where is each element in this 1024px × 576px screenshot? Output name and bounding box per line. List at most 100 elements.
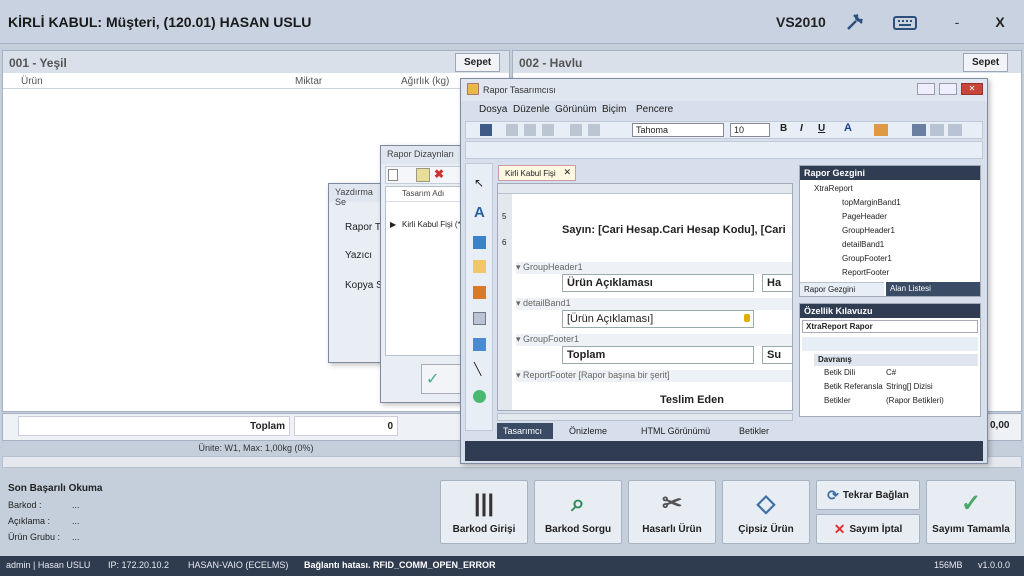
hasarli-urun-button[interactable]: ✂ Hasarlı Ürün: [628, 480, 716, 544]
close-button[interactable]: X: [985, 8, 1015, 36]
menu-pencere[interactable]: Pencere: [636, 104, 673, 115]
su-field[interactable]: Su: [762, 346, 792, 364]
explorer-item-groupfooter[interactable]: GroupFooter1: [842, 254, 892, 263]
menu-gorunum[interactable]: Görünüm: [555, 104, 597, 115]
keyboard-icon[interactable]: [890, 8, 920, 36]
redo-icon[interactable]: [588, 124, 600, 136]
explorer-item-pageheader[interactable]: PageHeader: [842, 212, 887, 221]
prop-value-betik-ref[interactable]: String[] Dizisi: [886, 382, 933, 391]
barkod-sorgu-button[interactable]: ⌕ Barkod Sorgu: [534, 480, 622, 544]
toplam-field[interactable]: Toplam: [562, 346, 754, 364]
col-miktar[interactable]: Miktar: [295, 76, 322, 87]
font-size-select[interactable]: 10: [730, 123, 770, 137]
right-sepet-button[interactable]: Sepet: [963, 53, 1009, 72]
designer-minimize[interactable]: [917, 83, 935, 95]
designer-toolbar-1: Tahoma 10 B I U A: [465, 121, 983, 139]
explorer-item-topmargin[interactable]: topMarginBand1: [842, 198, 901, 207]
menu-bicim[interactable]: Biçim: [602, 104, 626, 115]
prop-value-betik-dili[interactable]: C#: [886, 368, 896, 377]
toolbox: ↖ A ╲: [465, 163, 493, 431]
group-footer-band[interactable]: ▾ GroupFooter1: [516, 334, 792, 346]
ha-header[interactable]: Ha: [762, 274, 792, 292]
prop-name-betik-dili: Betik Dili: [824, 368, 856, 377]
tab-tasarimci[interactable]: Tasarımcı: [497, 423, 553, 439]
refresh-icon: ⟳: [827, 486, 839, 503]
explorer-item-groupheader[interactable]: GroupHeader1: [842, 226, 895, 235]
tab-betikler[interactable]: Betikler: [739, 426, 769, 436]
richtext-tool-icon[interactable]: [473, 260, 486, 273]
tekrar-baglan-button[interactable]: ⟳ Tekrar Bağlan: [816, 480, 920, 510]
label-tool-icon[interactable]: A: [474, 204, 485, 221]
bold-icon[interactable]: B: [780, 123, 787, 134]
designer-close[interactable]: ✕: [961, 83, 983, 95]
line-tool-icon[interactable]: ╲: [474, 362, 481, 376]
copy-icon[interactable]: [524, 124, 536, 136]
design-row[interactable]: Kirli Kabul Fişi (*): [402, 220, 463, 229]
urun-aciklamasi-header[interactable]: Ürün Açıklaması: [562, 274, 754, 292]
urun-aciklamasi-field[interactable]: [Ürün Açıklaması]: [562, 310, 754, 328]
align-center-icon[interactable]: [930, 124, 944, 136]
checkbox-tool-icon[interactable]: [473, 236, 486, 249]
minimize-button[interactable]: -: [942, 8, 972, 36]
align-left-icon[interactable]: [912, 124, 926, 136]
cut-icon[interactable]: [506, 124, 518, 136]
design-list-toolbar: ✖: [385, 166, 465, 184]
tab-rapor-gezgini[interactable]: Rapor Gezgini: [800, 282, 884, 296]
col-agirlik[interactable]: Ağırlık (kg): [401, 76, 449, 87]
panel-tool-icon[interactable]: [473, 312, 486, 325]
font-color-icon[interactable]: A: [844, 122, 852, 134]
picture-tool-icon[interactable]: [473, 286, 486, 299]
detail-band[interactable]: ▾ detailBand1: [516, 298, 792, 310]
left-panel-title: 001 - Yeşil: [3, 51, 509, 73]
tab-close-icon[interactable]: ✕: [563, 167, 571, 178]
category-davranis[interactable]: Davranış: [814, 354, 978, 366]
paste-icon[interactable]: [542, 124, 554, 136]
smart-tag-icon[interactable]: [744, 314, 750, 322]
delete-icon[interactable]: ✖: [434, 167, 444, 181]
menu-dosya[interactable]: Dosya: [479, 104, 507, 115]
shape-tool-icon[interactable]: [473, 390, 486, 403]
object-selector[interactable]: XtraReport Rapor: [802, 320, 978, 333]
left-sepet-button[interactable]: Sepet: [455, 53, 501, 72]
explorer-item-reportfooter[interactable]: ReportFooter: [842, 268, 889, 277]
explorer-item-xtrareport[interactable]: XtraReport: [814, 184, 853, 193]
tools-icon[interactable]: [840, 8, 870, 36]
design-ok-button[interactable]: ✓: [421, 364, 465, 394]
status-error: Bağlantı hatası. RFID_COMM_OPEN_ERROR: [304, 560, 496, 570]
save-icon[interactable]: [480, 124, 492, 136]
design-list-title: Rapor Dizaynları: [381, 146, 465, 164]
designer-maximize[interactable]: [939, 83, 957, 95]
design-row-new[interactable]: [386, 201, 466, 215]
report-footer-band[interactable]: ▾ ReportFooter [Rapor başına bir şerit]: [516, 370, 792, 382]
tab-html[interactable]: HTML Görünümü: [641, 426, 710, 436]
undo-icon[interactable]: [570, 124, 582, 136]
cipsiz-urun-button[interactable]: ◇ Çipsiz Ürün: [722, 480, 810, 544]
new-doc-icon[interactable]: [388, 169, 398, 181]
pointer-tool-icon[interactable]: ↖: [474, 176, 484, 190]
tab-alan-listesi[interactable]: Alan Listesi: [886, 282, 980, 296]
col-urun[interactable]: Ürün: [21, 76, 43, 87]
italic-icon[interactable]: I: [800, 123, 803, 134]
sayimi-tamamla-button[interactable]: ✓ Sayımı Tamamla: [926, 480, 1016, 544]
table-tool-icon[interactable]: [473, 338, 486, 351]
barkod-girisi-button[interactable]: ||| Barkod Girişi: [440, 480, 528, 544]
font-name-select[interactable]: Tahoma: [632, 123, 724, 137]
group-header-band[interactable]: ▾ GroupHeader1: [516, 262, 792, 274]
scissors-icon: ✂: [661, 490, 683, 517]
designer-app-icon: [467, 83, 479, 95]
align-right-icon[interactable]: [948, 124, 962, 136]
sayim-iptal-button[interactable]: ✕ Sayım İptal: [816, 514, 920, 544]
explorer-item-detailband[interactable]: detailBand1: [842, 240, 884, 249]
menu-duzenle[interactable]: Düzenle: [513, 104, 550, 115]
teslim-eden-field[interactable]: Teslim Eden: [660, 394, 724, 406]
highlight-icon[interactable]: [874, 124, 888, 136]
cari-hesap-field[interactable]: Sayın: [Cari Hesap.Cari Hesap Kodu], [Ca…: [562, 224, 786, 236]
surface-scrollbar[interactable]: [497, 413, 793, 421]
urun-grubu-label: Ürün Grubu :: [8, 532, 61, 542]
prop-value-betikler[interactable]: (Rapor Betikleri): [886, 396, 944, 405]
tab-onizleme[interactable]: Önizleme: [569, 426, 607, 436]
print-label-rapor: Rapor T: [345, 222, 381, 233]
edit-icon[interactable]: [416, 168, 430, 182]
tab-kirli-kabul[interactable]: Kirli Kabul Fişi ✕: [498, 165, 576, 181]
underline-icon[interactable]: U: [818, 123, 825, 134]
